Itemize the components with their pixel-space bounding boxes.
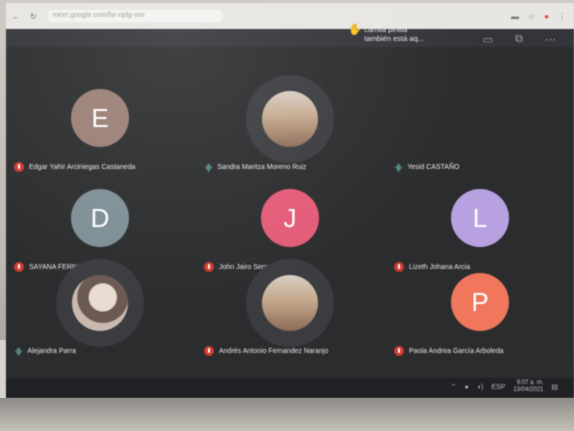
participant-photo (246, 259, 334, 347)
language-indicator[interactable]: ESP (491, 384, 505, 391)
participant-tile[interactable]: ·ı|ı· Yesid CASTAÑO (386, 81, 574, 176)
chevron-up-icon[interactable]: ⌃ (451, 383, 457, 391)
participant-avatar: L (451, 189, 509, 247)
speaking-icon: ·ı|ı· (394, 162, 403, 172)
present-icon[interactable]: ⧉ (515, 33, 523, 46)
participant-name-row: ·ı|ı· Alejandra Parra (14, 346, 76, 356)
system-tray: ⌃ ● ◖) ESP 9:07 a. m. 13/04/2021 ▤ (451, 380, 558, 394)
participant-name: Andrés Antonio Fernandez Naranjo (219, 347, 329, 355)
participant-name-row: ·ı|ı· Sandra Maritza Moreno Ruiz (204, 162, 306, 172)
participant-name: Edgar Yahir Arciniegas Castaneda (29, 163, 136, 171)
back-icon[interactable]: ← (12, 12, 20, 21)
mic-off-icon (204, 346, 214, 356)
notification-text: también está aq... (364, 34, 424, 43)
participant-name: Sandra Maritza Moreno Ruiz (217, 163, 307, 171)
profile-picture (262, 275, 318, 331)
participant-name-row: Andrés Antonio Fernandez Naranjo (204, 346, 328, 356)
participant-name: Paola Andrea García Arboleda (409, 347, 504, 355)
windows-taskbar: ⌃ ● ◖) ESP 9:07 a. m. 13/04/2021 ▤ (6, 378, 574, 398)
notification-name: camila pinilla (364, 25, 408, 34)
participant-name-row: Edgar Yahir Arciniegas Castaneda (14, 162, 135, 172)
participant-tile[interactable]: L Lizeth Johana Arcia (386, 181, 574, 276)
join-notification: ✋ camila pinilla también está aq... (348, 25, 424, 44)
profile-picture (262, 91, 318, 147)
more-icon[interactable]: ⋯ (545, 33, 556, 46)
participant-tile[interactable]: ·ı|ı· Sandra Maritza Moreno Ruiz (196, 75, 384, 176)
participant-tile[interactable]: Andrés Antonio Fernandez Naranjo (196, 259, 384, 360)
network-icon[interactable]: ● (465, 384, 469, 391)
hand-icon: ✋ (348, 24, 363, 36)
participant-tile[interactable]: E Edgar Yahir Arciniegas Castaneda (6, 81, 194, 176)
volume-icon[interactable]: ◖) (477, 384, 484, 391)
address-bar[interactable]: meet.google.com/fxr-njdg-vwr (46, 10, 223, 22)
participant-name-row: Paola Andrea García Arboleda (394, 346, 504, 356)
speaking-icon: ·ı|ı· (204, 162, 213, 172)
participant-photo (56, 259, 144, 347)
captions-icon[interactable]: ▭ (483, 33, 493, 46)
star-icon[interactable]: ☆ (528, 12, 535, 21)
clock[interactable]: 9:07 a. m. 13/04/2021 (513, 380, 543, 394)
participant-tile[interactable]: P Paola Andrea García Arboleda (386, 265, 574, 360)
notifications-icon[interactable]: ▤ (551, 383, 558, 391)
record-icon[interactable]: ● (544, 12, 549, 21)
menu-icon[interactable]: ⋮ (558, 12, 566, 21)
participant-avatar: P (451, 273, 509, 331)
extension-icon[interactable]: ▬ (511, 12, 519, 21)
profile-picture (72, 275, 128, 331)
browser-toolbar: ← ↻ meet.google.com/fxr-njdg-vwr ▬ ☆ ● ⋮ (6, 3, 574, 29)
participant-photo (246, 75, 334, 163)
mic-off-icon (14, 162, 24, 172)
desk-surface (0, 398, 574, 431)
mic-off-icon (394, 346, 404, 356)
monitor-screen: ← ↻ meet.google.com/fxr-njdg-vwr ▬ ☆ ● ⋮… (6, 3, 574, 398)
speaking-icon: ·ı|ı· (14, 346, 23, 356)
participant-avatar: D (71, 189, 129, 247)
participant-name: Alejandra Parra (27, 347, 76, 355)
participant-avatar: E (71, 89, 129, 147)
participant-avatar: J (261, 189, 319, 247)
participant-name: Yesid CASTAÑO (407, 163, 460, 171)
participant-tile[interactable]: ·ı|ı· Alejandra Parra (6, 259, 194, 360)
participant-name-row: ·ı|ı· Yesid CASTAÑO (394, 162, 459, 172)
reload-icon[interactable]: ↻ (30, 12, 37, 21)
